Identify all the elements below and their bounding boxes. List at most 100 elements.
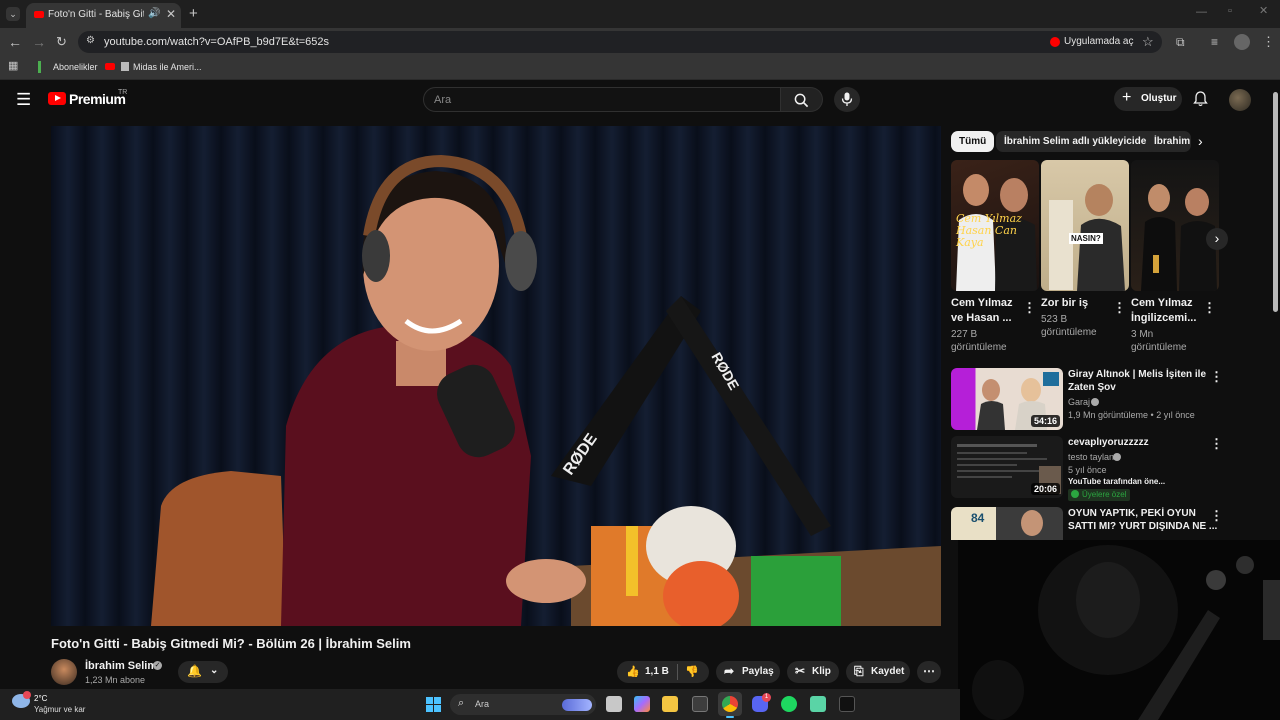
subscription-bell-button[interactable]: 🔔 ⌄ (178, 661, 228, 683)
file-explorer-icon[interactable] (662, 696, 678, 712)
media-controls-icon[interactable]: ≡ (1211, 36, 1218, 48)
app-icon[interactable] (810, 696, 826, 712)
short-title-2a[interactable]: Zor bir iş (1041, 296, 1088, 311)
video-player[interactable]: RØDE RØDE (51, 126, 941, 626)
notifications-bell-icon[interactable] (1193, 91, 1208, 107)
create-label: Oluştur (1141, 93, 1177, 104)
chevron-down-icon: ⌄ (210, 665, 219, 676)
rec-menu-icon[interactable]: ⋮ (1210, 369, 1223, 385)
bookmark-star-icon[interactable]: ☆ (1142, 35, 1154, 48)
site-info-icon[interactable]: ⚙ (86, 36, 95, 46)
rec-channel-2[interactable]: testo taylan (1068, 450, 1114, 464)
bookmark-midas[interactable]: Midas ile Ameri... (133, 62, 202, 72)
voice-search-button[interactable] (834, 87, 860, 112)
short-menu-icon[interactable]: ⋮ (1203, 300, 1216, 316)
short-menu-icon[interactable]: ⋮ (1113, 300, 1126, 316)
dislike-icon[interactable]: 👎 (685, 665, 699, 678)
taskbar-search[interactable]: ⌕ Ara (450, 694, 596, 715)
chip-uploader[interactable]: İbrahim Selim adlı yükleyiciden (996, 131, 1161, 152)
rec-title-1b[interactable]: Zaten Şov (1068, 381, 1116, 394)
channel-name[interactable]: İbrahim Selim (85, 660, 157, 672)
youtube-premium-logo[interactable]: Premium (69, 91, 126, 107)
more-actions-button[interactable]: ⋯ (917, 661, 941, 683)
video-title: Foto'n Gitti - Babiş Gitmedi Mi? - Bölüm… (51, 636, 411, 651)
rec-title-3a[interactable]: OYUN YAPTIK, PEKİ OYUN (1068, 507, 1196, 520)
omnibox[interactable]: ⚙ youtube.com/watch?v=OAfPB_b9d7E&t=652s… (78, 31, 1162, 53)
like-count[interactable]: 1,1 B (645, 666, 669, 677)
task-view-icon[interactable] (606, 696, 622, 712)
like-dislike-group: 👍 1,1 B 👎 (617, 661, 709, 683)
rec-menu-icon[interactable]: ⋮ (1210, 436, 1223, 452)
reload-icon[interactable]: ↻ (56, 35, 67, 48)
browser-tab[interactable]: Foto'n Gitti - Babiş Gitmedi 🔊 ✕ (26, 3, 181, 28)
bookmark-abonelikler[interactable]: Abonelikler (53, 62, 98, 72)
rec-channel-1[interactable]: Garaj (1068, 395, 1090, 409)
minimize-icon[interactable]: — (1196, 7, 1207, 18)
rec-title-3b[interactable]: SATTI MI? YURT DIŞINDA NE ... (1068, 520, 1217, 533)
new-tab-icon[interactable]: + (189, 6, 198, 21)
chips-next-icon[interactable]: › (1198, 134, 1203, 148)
shorts-next-icon[interactable]: › (1206, 228, 1228, 250)
chrome-menu-icon[interactable]: ⋮ (1262, 35, 1275, 48)
channel-avatar[interactable] (51, 659, 77, 685)
short-menu-icon[interactable]: ⋮ (1023, 300, 1036, 316)
windows-start-icon[interactable] (426, 697, 441, 712)
close-tab-icon[interactable]: ✕ (166, 8, 176, 20)
share-button[interactable]: ➦ Paylaş (716, 661, 780, 683)
short-views-3: 3 Mn (1131, 329, 1154, 340)
extensions-icon[interactable]: ⧉ (1176, 36, 1185, 48)
app-icon[interactable] (839, 696, 855, 712)
rec-title-1a[interactable]: Giray Altınok | Melis İşiten ile (1068, 368, 1206, 381)
short-title-3a[interactable]: Cem Yılmaz (1131, 296, 1193, 311)
short-overlay-text: Cem Yılmaz Hasan Can Kaya (956, 212, 1022, 249)
weather-text[interactable]: Yağmur ve kar (34, 705, 85, 714)
hamburger-menu-icon[interactable]: ☰ (16, 91, 31, 108)
short-views-1: 227 B (951, 329, 978, 340)
close-window-icon[interactable]: ✕ (1259, 6, 1268, 17)
video-frame: RØDE RØDE (51, 126, 941, 626)
search-highlight-icon (562, 699, 592, 711)
tab-search-icon[interactable]: ⌄ (6, 7, 20, 21)
scrollbar-thumb[interactable] (1273, 92, 1278, 312)
short-title-3b[interactable]: İngilizcemi... (1131, 311, 1196, 326)
page-bookmark-icon (121, 62, 129, 71)
chip-all[interactable]: Tümü (951, 131, 995, 152)
discord-badge: 1 (762, 693, 771, 702)
plus-icon: + (1122, 89, 1132, 106)
recommendation-thumbnail-1[interactable]: 54:16 (951, 368, 1063, 430)
clip-button[interactable]: ✂ Klip (787, 661, 839, 683)
chrome-icon[interactable] (722, 696, 738, 712)
account-avatar[interactable] (1229, 89, 1251, 111)
duration-badge: 20:06 (1030, 483, 1060, 495)
short-title-1b[interactable]: ve Hasan ... (951, 311, 1012, 326)
youtube-bookmark-icon (105, 63, 115, 70)
search-button[interactable] (781, 87, 823, 112)
short-title-1a[interactable]: Cem Yılmaz (951, 296, 1013, 311)
back-icon[interactable]: ← (8, 35, 22, 49)
speaker-icon[interactable]: 🔊 (148, 9, 160, 19)
open-in-app-button[interactable]: Uygulamada aç (1064, 36, 1133, 47)
chip-ibrahim[interactable]: İbrahim (1146, 131, 1191, 152)
profile-avatar[interactable] (1234, 34, 1250, 50)
apps-grid-icon[interactable]: ▦ (8, 61, 18, 72)
subscriber-count: 1,23 Mn abone (85, 675, 146, 685)
save-button[interactable]: ⎘ Kaydet (846, 661, 910, 683)
temperature[interactable]: 2°C (34, 694, 47, 703)
maximize-icon[interactable]: ▫ (1228, 6, 1232, 17)
rec-menu-icon[interactable]: ⋮ (1210, 508, 1223, 524)
like-icon[interactable]: 👍 (626, 665, 640, 678)
short-thumbnail-1[interactable]: Cem Yılmaz Hasan Can Kaya (951, 160, 1039, 291)
copilot-icon[interactable] (634, 696, 650, 712)
short-thumbnail-2[interactable]: NASIN? (1041, 160, 1129, 291)
youtube-logo-icon[interactable] (48, 92, 66, 105)
short-thumbnail-3[interactable] (1131, 160, 1219, 291)
members-icon (1071, 490, 1079, 498)
recommendation-thumbnail-2[interactable]: 20:06 (951, 436, 1063, 498)
rec-title-2[interactable]: cevaplıyoruzzzzz (1068, 436, 1149, 449)
recommendation-thumbnail-3[interactable]: 84 (951, 507, 1063, 540)
search-input[interactable]: Ara (423, 87, 781, 112)
forward-icon[interactable]: → (32, 35, 46, 49)
create-button[interactable]: + Oluştur (1114, 87, 1182, 111)
microsoft-store-icon[interactable] (692, 696, 708, 712)
spotify-icon[interactable] (781, 696, 797, 712)
